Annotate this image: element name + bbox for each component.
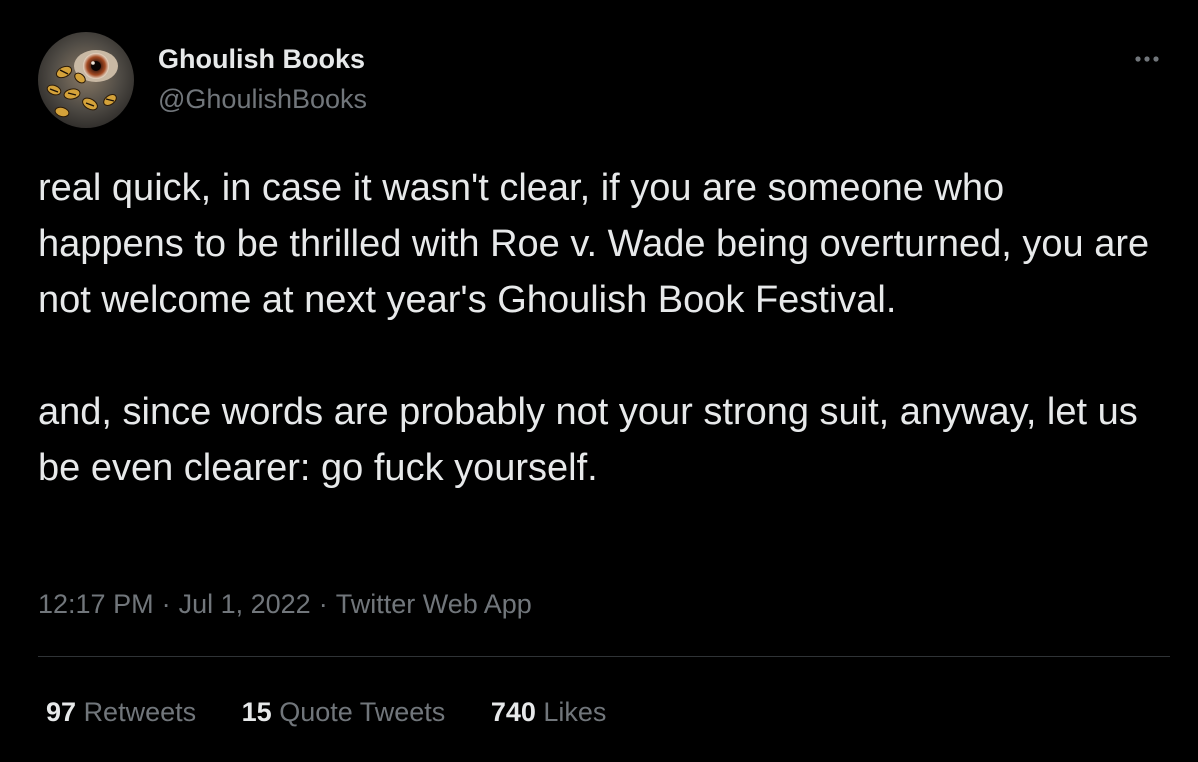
tweet-metadata: 12:17 PM · Jul 1, 2022 · Twitter Web App bbox=[38, 586, 532, 622]
author-handle[interactable]: @GhoulishBooks bbox=[158, 82, 367, 116]
avatar-image bbox=[38, 32, 134, 128]
tweet-source[interactable]: Twitter Web App bbox=[336, 589, 532, 619]
tweet-author: Ghoulish Books @GhoulishBooks bbox=[158, 42, 367, 116]
likes-label: Likes bbox=[543, 697, 607, 727]
likes-count: 740 bbox=[490, 697, 536, 727]
tweet-container: Ghoulish Books @GhoulishBooks real quick… bbox=[0, 0, 1198, 762]
likes-stat[interactable]: 740 Likes bbox=[491, 694, 607, 730]
retweets-label: Retweets bbox=[83, 697, 197, 727]
divider bbox=[38, 656, 1170, 657]
tweet-paragraph: and, since words are probably not your s… bbox=[38, 391, 1138, 489]
meta-separator: · bbox=[161, 589, 171, 619]
more-options-button[interactable] bbox=[1126, 42, 1186, 76]
more-horizontal-icon bbox=[1135, 56, 1159, 62]
quote-tweets-count: 15 bbox=[241, 697, 272, 727]
tweet-stats: 97 Retweets 15 Quote Tweets 740 Likes bbox=[46, 694, 644, 730]
tweet-paragraph: real quick, in case it wasn't clear, if … bbox=[38, 167, 1150, 321]
tweet-time[interactable]: 12:17 PM bbox=[38, 589, 154, 619]
quote-tweets-stat[interactable]: 15 Quote Tweets bbox=[242, 694, 446, 730]
tweet-date[interactable]: Jul 1, 2022 bbox=[179, 589, 311, 619]
author-display-name[interactable]: Ghoulish Books bbox=[158, 42, 367, 76]
retweets-count: 97 bbox=[46, 697, 77, 727]
tweet-body: real quick, in case it wasn't clear, if … bbox=[38, 160, 1158, 496]
meta-separator: · bbox=[318, 589, 328, 619]
avatar[interactable] bbox=[38, 32, 134, 128]
quote-tweets-label: Quote Tweets bbox=[279, 697, 446, 727]
retweets-stat[interactable]: 97 Retweets bbox=[46, 694, 196, 730]
